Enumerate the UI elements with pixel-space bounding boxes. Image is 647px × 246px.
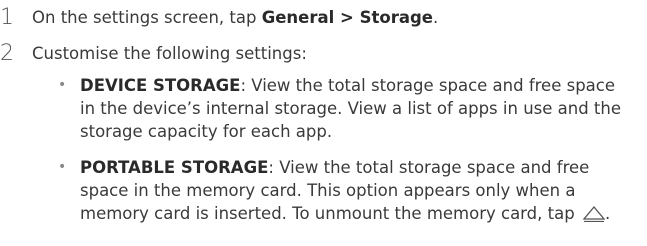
bullet-term: DEVICE STORAGE (80, 76, 241, 95)
bullet-end: . (604, 204, 611, 223)
step-text: On the settings screen, tap General > St… (32, 6, 647, 29)
step-text-suffix: . (433, 8, 439, 27)
step-number: 1 (0, 5, 14, 30)
eject-icon (582, 205, 606, 228)
bullet-text: DEVICE STORAGE: View the total storage s… (80, 74, 627, 143)
bullet-text: PORTABLE STORAGE: View the total storage… (80, 156, 627, 228)
menu-path: General > Storage (261, 8, 433, 27)
bullet-device-storage: • DEVICE STORAGE: View the total storage… (58, 74, 627, 143)
step-number: 2 (0, 41, 14, 66)
bullet-dot: • (58, 77, 67, 93)
bullet-dot: • (58, 159, 67, 175)
bullet-term: PORTABLE STORAGE (80, 158, 269, 177)
step-text-prefix: On the settings screen, tap (32, 8, 262, 27)
bullet-portable-storage: • PORTABLE STORAGE: View the total stora… (58, 156, 627, 228)
step-text: Customise the following settings: (32, 44, 307, 63)
